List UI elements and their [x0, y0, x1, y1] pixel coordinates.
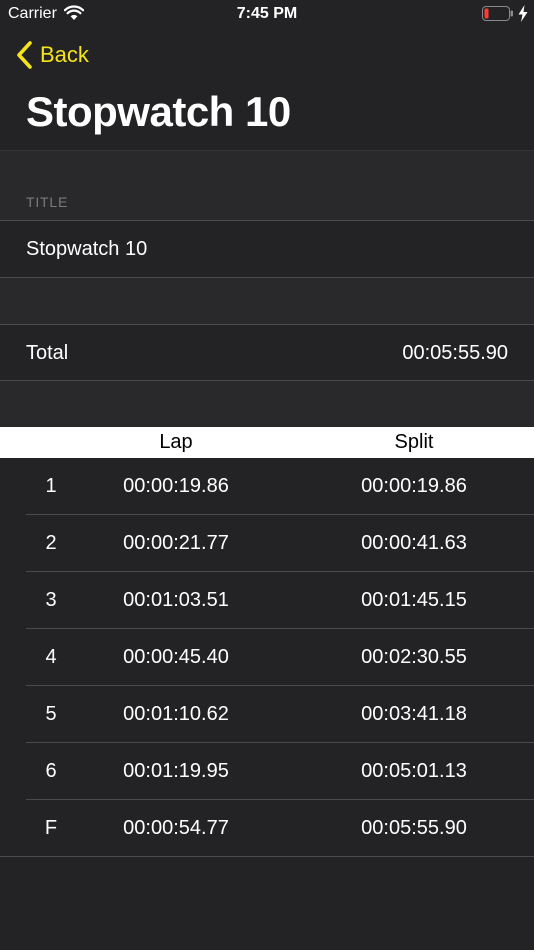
- lap-number: 4: [45, 646, 57, 668]
- table-row: 1 00:00:19.86 00:00:19.86: [0, 458, 534, 515]
- lap-number: 5: [45, 703, 57, 725]
- page-title: Stopwatch 10: [26, 88, 291, 135]
- lap-list: 1 00:00:19.86 00:00:19.86 2 00:00:21.77 …: [0, 458, 534, 857]
- lap-time: 00:00:19.86: [123, 475, 229, 497]
- row-separator: [0, 856, 534, 857]
- lap-time: 00:00:21.77: [123, 532, 229, 554]
- battery-level: [484, 8, 489, 19]
- stopwatch-detail-screen: Carrier 7:45 PM Back Stopwatch 10 TITLE: [0, 0, 534, 950]
- status-bar: Carrier 7:45 PM: [0, 0, 534, 28]
- lap-number: F: [44, 817, 58, 839]
- table-row: 6 00:01:19.95 00:05:01.13: [0, 743, 534, 800]
- total-label: Total: [26, 342, 69, 364]
- table-row: 5 00:01:10.62 00:03:41.18: [0, 686, 534, 743]
- lap-number: 2: [45, 532, 57, 554]
- table-row: 2 00:00:21.77 00:00:41.63: [0, 515, 534, 572]
- spacer-band: [0, 278, 534, 324]
- battery-icon: [482, 6, 513, 21]
- total-value: 00:05:55.90: [402, 342, 508, 364]
- split-time: 00:01:45.15: [361, 589, 467, 611]
- lap-column-header: Lap: [159, 431, 193, 453]
- title-cell: [0, 221, 534, 277]
- split-column-header: Split: [394, 431, 434, 453]
- lap-table-header: Lap Split: [0, 427, 534, 458]
- lap-time: 00:01:19.95: [123, 760, 229, 782]
- charging-bolt-icon: [518, 5, 528, 22]
- split-time: 00:00:19.86: [361, 475, 467, 497]
- lap-time: 00:00:45.40: [123, 646, 229, 668]
- table-row: F 00:00:54.77 00:05:55.90: [0, 800, 534, 857]
- lap-number: 3: [45, 589, 57, 611]
- lap-number: 6: [45, 760, 57, 782]
- split-time: 00:02:30.55: [361, 646, 467, 668]
- lap-number: 1: [45, 475, 57, 497]
- title-section-header: TITLE: [26, 194, 69, 210]
- split-time: 00:03:41.18: [361, 703, 467, 725]
- status-time: 7:45 PM: [236, 5, 298, 22]
- title-section-band: [0, 151, 534, 220]
- chevron-left-icon: [17, 41, 32, 69]
- back-label: Back: [40, 42, 89, 67]
- table-row: 3 00:01:03.51 00:01:45.15: [0, 572, 534, 629]
- total-cell: Total 00:05:55.90: [0, 325, 534, 380]
- back-button[interactable]: Back: [14, 38, 89, 72]
- lap-time: 00:01:03.51: [123, 589, 229, 611]
- lap-time: 00:01:10.62: [123, 703, 229, 725]
- split-time: 00:00:41.63: [361, 532, 467, 554]
- spacer-band: [0, 381, 534, 427]
- split-time: 00:05:01.13: [361, 760, 467, 782]
- split-time: 00:05:55.90: [361, 817, 467, 839]
- table-row: 4 00:00:45.40 00:02:30.55: [0, 629, 534, 686]
- lap-time: 00:00:54.77: [123, 817, 229, 839]
- title-input[interactable]: [26, 221, 506, 277]
